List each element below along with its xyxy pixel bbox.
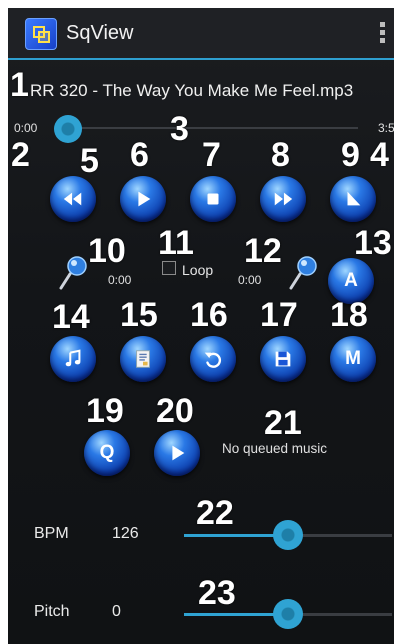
annotation-20: 20 — [156, 392, 194, 430]
app-title: SqView — [66, 22, 134, 44]
annotation-3: 3 — [170, 110, 189, 148]
stop-icon — [207, 193, 219, 205]
play-button[interactable] — [120, 176, 166, 222]
play-icon — [172, 445, 185, 461]
pin-b-time: 0:00 — [238, 273, 262, 287]
document-icon — [136, 350, 150, 368]
bpm-label: BPM — [34, 525, 69, 542]
undo-button[interactable] — [190, 336, 236, 382]
rewind-icon — [63, 192, 82, 206]
music-note-icon — [65, 349, 81, 367]
bpm-slider-thumb[interactable] — [273, 520, 303, 550]
play-icon — [138, 191, 151, 207]
seek-bar[interactable] — [68, 127, 358, 129]
phone-screen: SqView 1 RR 320 - The Way You Make Me Fe… — [8, 8, 394, 644]
app-logo-icon — [25, 18, 57, 50]
rewind-button[interactable] — [50, 176, 96, 222]
action-bar: SqView — [8, 8, 394, 60]
annotation-19: 19 — [86, 392, 124, 430]
fast-forward-icon — [274, 192, 293, 206]
annotation-23: 23 — [198, 574, 236, 612]
annotation-18: 18 — [330, 296, 368, 334]
annotation-1: 1 — [10, 66, 29, 104]
ramp-icon — [347, 191, 361, 206]
pushpin-icon[interactable] — [284, 252, 324, 292]
annotation-9: 9 — [341, 136, 360, 174]
m-button-label: M — [345, 348, 361, 369]
current-time: 0:00 — [14, 121, 38, 135]
pushpin-icon[interactable] — [54, 252, 94, 292]
total-time: 3:5 — [378, 121, 394, 135]
annotation-11: 11 — [158, 224, 194, 262]
annotation-17: 17 — [260, 296, 298, 334]
fast-forward-button[interactable] — [260, 176, 306, 222]
queue-button[interactable]: Q — [84, 430, 130, 476]
stop-button[interactable] — [190, 176, 236, 222]
music-library-button[interactable] — [50, 336, 96, 382]
undo-icon — [204, 352, 222, 368]
ramp-button[interactable] — [330, 176, 376, 222]
pitch-slider-thumb[interactable] — [273, 599, 303, 629]
m-button[interactable]: M — [330, 336, 376, 382]
annotation-14: 14 — [52, 298, 90, 336]
track-name: RR 320 - The Way You Make Me Feel.mp3 — [30, 81, 354, 100]
loop-checkbox[interactable] — [162, 261, 176, 275]
q-button-label: Q — [99, 442, 115, 463]
annotation-15: 15 — [120, 296, 158, 334]
annotation-22: 22 — [196, 494, 234, 532]
overflow-menu-icon[interactable] — [378, 22, 386, 46]
annotation-13: 13 — [354, 224, 392, 262]
pin-a-time: 0:00 — [108, 273, 132, 287]
annotation-2: 2 — [11, 136, 30, 174]
annotation-6: 6 — [130, 136, 149, 174]
action-bar-divider — [8, 58, 394, 60]
document-button[interactable] — [120, 336, 166, 382]
annotation-7: 7 — [202, 136, 221, 174]
save-button[interactable] — [260, 336, 306, 382]
annotation-8: 8 — [271, 136, 290, 174]
loop-label: Loop — [182, 262, 214, 278]
seek-thumb[interactable] — [54, 115, 82, 143]
pitch-value: 0 — [112, 603, 121, 620]
queue-status: No queued music — [222, 441, 328, 456]
annotation-21: 21 — [264, 404, 302, 442]
annotation-4: 4 — [370, 136, 389, 174]
annotation-16: 16 — [190, 296, 228, 334]
annotation-12: 12 — [244, 232, 282, 270]
a-button-label: A — [344, 270, 358, 291]
pitch-label: Pitch — [34, 603, 70, 620]
play-queue-button[interactable] — [154, 430, 200, 476]
annotation-5: 5 — [80, 142, 99, 180]
floppy-disk-icon — [275, 351, 291, 367]
bpm-value: 126 — [112, 525, 139, 542]
